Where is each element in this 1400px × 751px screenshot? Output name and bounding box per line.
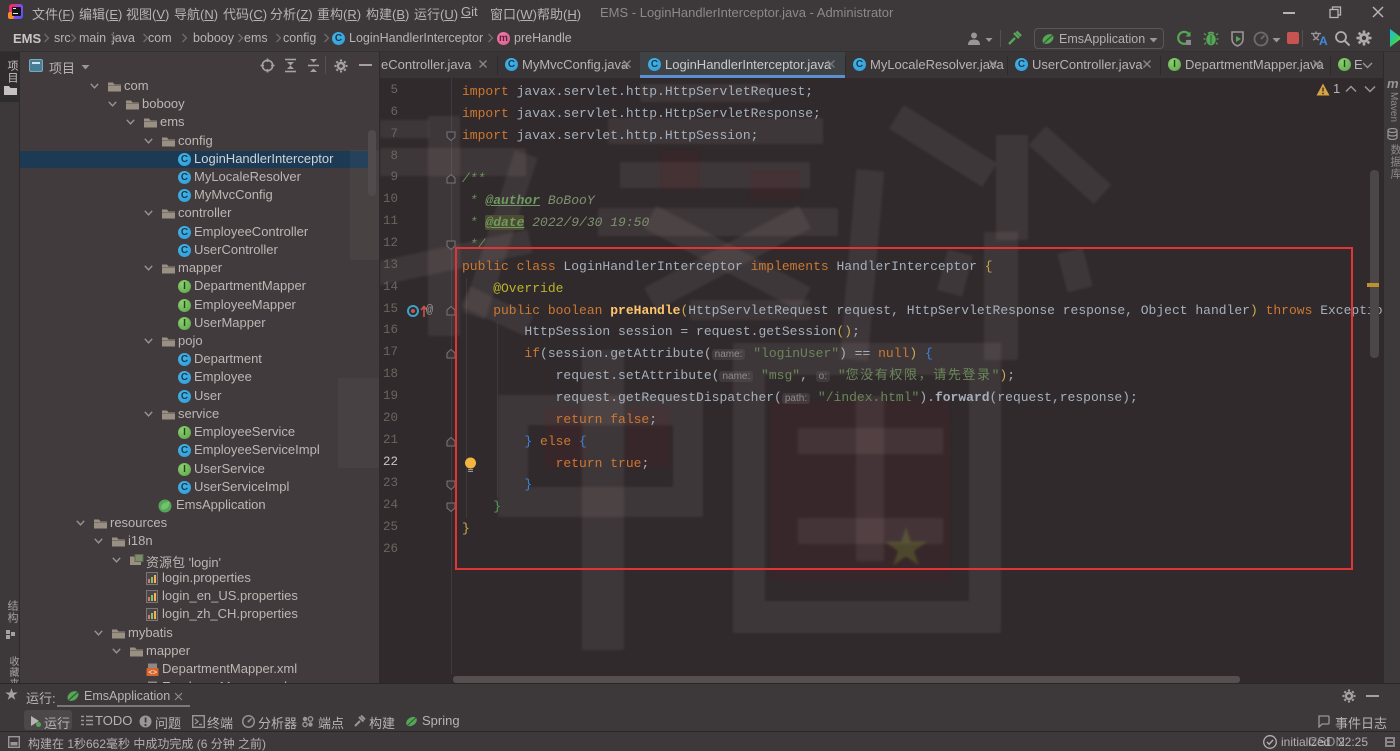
svg-text:<>: <>	[148, 669, 158, 676]
svg-text:A: A	[1319, 34, 1328, 47]
